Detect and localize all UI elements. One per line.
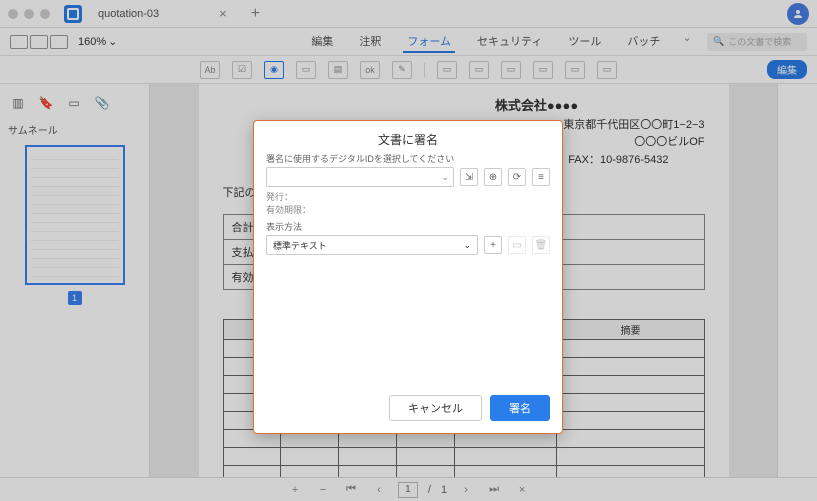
chevron-down-icon: ⌄ xyxy=(463,240,471,251)
delete-appearance-icon[interactable]: 🗑 xyxy=(532,236,550,254)
new-id-icon[interactable]: ⊕ xyxy=(484,168,502,186)
display-method-dropdown[interactable]: 標準テキスト ⌄ xyxy=(266,235,478,255)
refresh-icon[interactable]: ⟳ xyxy=(508,168,526,186)
sign-button[interactable]: 署名 xyxy=(490,395,550,421)
display-method-label: 表示方法 xyxy=(266,220,550,233)
dialog-title: 文書に署名 xyxy=(266,131,550,148)
digital-id-label: 署名に使用するデジタルIDを選択してください xyxy=(266,152,550,165)
chevron-down-icon: ⌄ xyxy=(441,172,449,183)
edit-appearance-icon[interactable]: ▭ xyxy=(508,236,526,254)
cancel-button[interactable]: キャンセル xyxy=(389,395,482,421)
id-info: 発行： 有効期限： xyxy=(266,191,550,216)
import-id-icon[interactable]: ⇲ xyxy=(460,168,478,186)
signature-preview xyxy=(266,257,550,387)
sign-document-dialog: 文書に署名 署名に使用するデジタルIDを選択してください ⌄ ⇲ ⊕ ⟳ ≡ 発… xyxy=(253,120,563,434)
digital-id-dropdown[interactable]: ⌄ xyxy=(266,167,454,187)
method-value: 標準テキスト xyxy=(273,239,327,252)
list-icon[interactable]: ≡ xyxy=(532,168,550,186)
expiry-label: 有効期限： xyxy=(266,204,550,217)
issuer-label: 発行： xyxy=(266,191,550,204)
add-appearance-icon[interactable]: + xyxy=(484,236,502,254)
